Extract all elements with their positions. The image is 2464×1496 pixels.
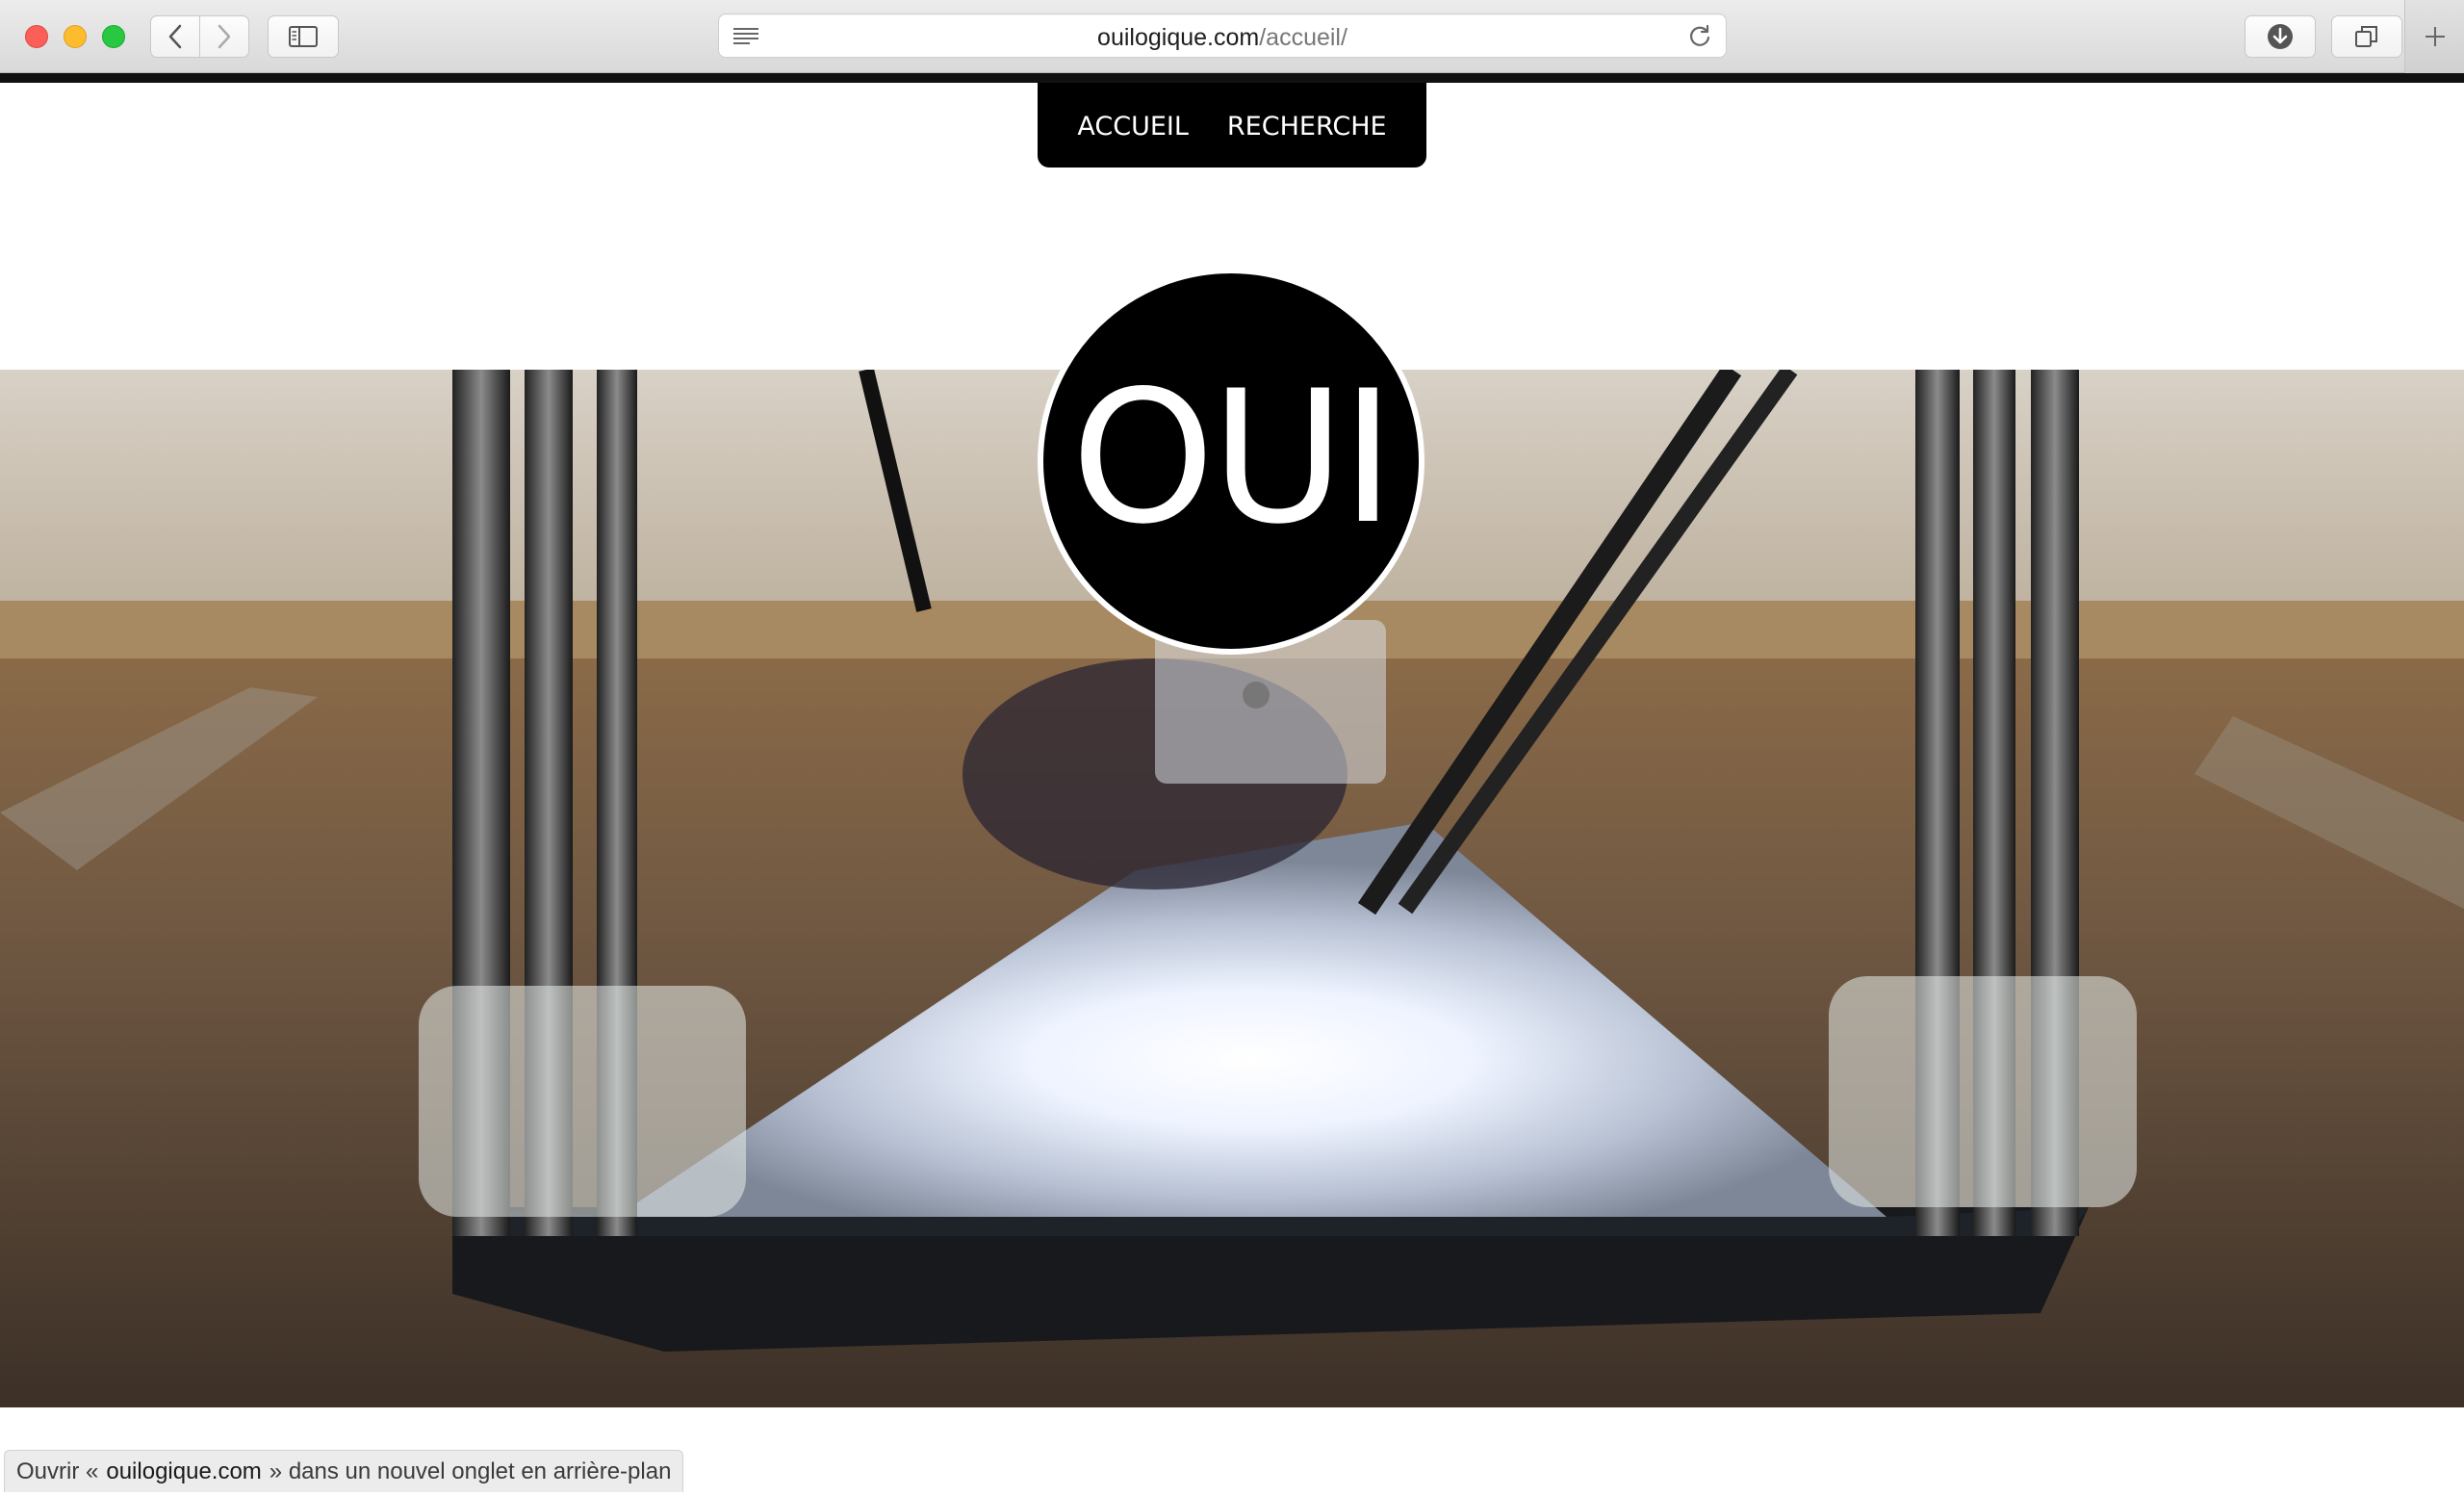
download-icon xyxy=(2268,24,2293,49)
forward-button[interactable] xyxy=(199,15,249,58)
tabs-overview-button[interactable] xyxy=(2331,15,2402,58)
new-tab-button[interactable] xyxy=(2404,0,2464,73)
main-nav: ACCUEIL RECHERCHE xyxy=(1038,83,1426,168)
nav-link-recherche[interactable]: RECHERCHE xyxy=(1227,112,1387,142)
logo-text: OUI xyxy=(1070,351,1396,564)
status-prefix: Ouvrir « xyxy=(16,1457,99,1484)
browser-toolbar: ouilogique.com/accueil/ xyxy=(0,0,2464,73)
nav-link-accueil[interactable]: ACCUEIL xyxy=(1077,112,1189,142)
url-text: ouilogique.com/accueil/ xyxy=(719,24,1726,52)
minimize-window-button[interactable] xyxy=(64,25,87,48)
page-top-strip xyxy=(0,73,2464,83)
reload-icon[interactable] xyxy=(1687,24,1712,54)
web-page: ACCUEIL RECHERCHE OUI xyxy=(0,83,2464,1496)
status-suffix: » dans un nouvel onglet en arrière-plan xyxy=(269,1457,672,1484)
chevron-left-icon xyxy=(168,24,182,49)
chevron-right-icon xyxy=(218,24,231,49)
back-button[interactable] xyxy=(150,15,200,58)
status-host: ouilogique.com xyxy=(106,1457,262,1484)
plus-icon xyxy=(2425,27,2445,46)
sidebar-icon xyxy=(289,26,318,47)
url-host: ouilogique.com xyxy=(1097,24,1260,51)
sidebar-button[interactable] xyxy=(268,15,339,58)
url-path: /accueil/ xyxy=(1259,24,1348,51)
address-bar[interactable]: ouilogique.com/accueil/ xyxy=(718,13,1727,58)
zoom-window-button[interactable] xyxy=(102,25,125,48)
oui-logo[interactable]: OUI xyxy=(1038,268,1424,655)
link-status-bar: Ouvrir « ouilogique.com » dans un nouvel… xyxy=(4,1450,684,1492)
downloads-button[interactable] xyxy=(2245,15,2316,58)
tabs-overview-icon xyxy=(2355,26,2377,47)
close-window-button[interactable] xyxy=(25,25,48,48)
